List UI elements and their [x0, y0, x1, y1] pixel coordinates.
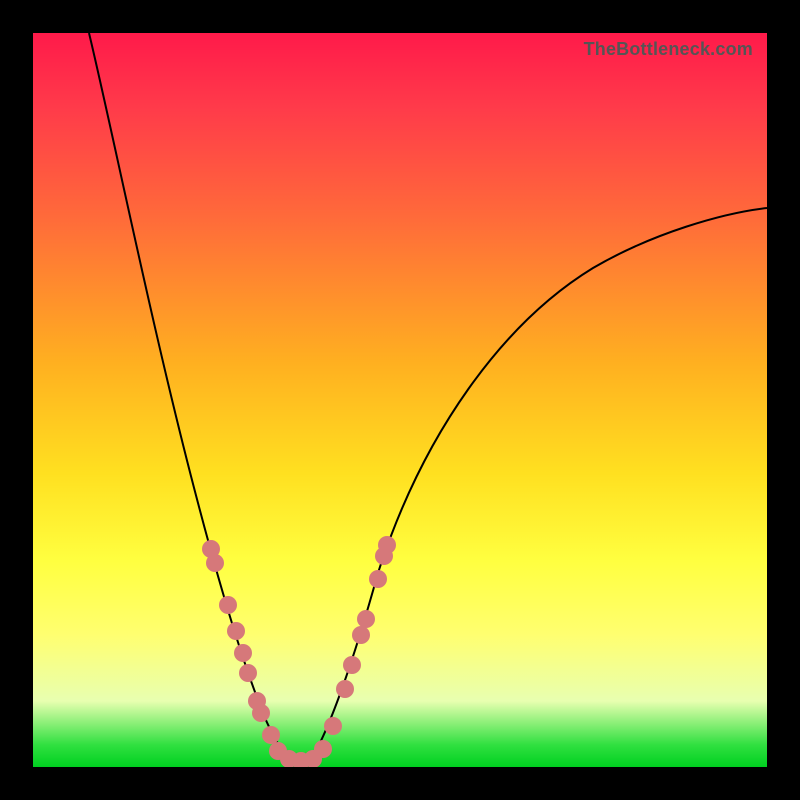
left-curve — [89, 33, 291, 759]
scatter-dots — [202, 536, 396, 767]
bottleneck-plot — [33, 33, 767, 767]
right-curve — [311, 208, 767, 759]
